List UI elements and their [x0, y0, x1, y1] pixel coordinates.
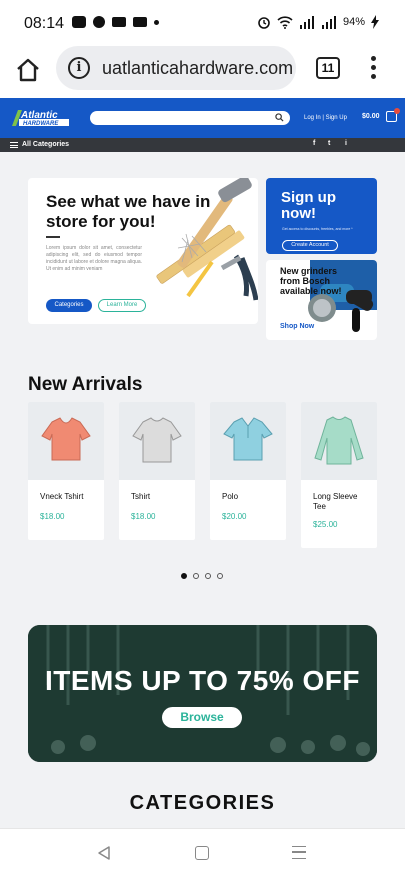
more-notifications-icon	[154, 19, 159, 25]
tools-illustration	[156, 178, 258, 301]
product-price: $20.00	[222, 512, 247, 521]
signup-title: Sign up now!	[281, 189, 336, 222]
long-sleeve-tee-icon	[314, 416, 364, 465]
url-text[interactable]: uatlanticahardware.com	[102, 58, 293, 79]
clock: 08:14	[24, 15, 65, 32]
hero-body: Lorem ipsum dolor sit amet, consectetur …	[46, 245, 142, 272]
chat-icon	[133, 17, 147, 27]
status-bar: 08:14 94%	[0, 0, 405, 46]
product-price: $25.00	[313, 520, 338, 529]
categories-button[interactable]: Categories	[46, 299, 92, 312]
signal-icon	[299, 15, 314, 29]
mail-icon	[112, 17, 126, 27]
sale-banner: ITEMS UP TO 75% OFF Browse	[28, 625, 377, 762]
search-icon[interactable]	[275, 113, 284, 122]
hero-banner: See what we have in store for you! Lorem…	[28, 178, 258, 324]
cart-total[interactable]: $0.00	[362, 113, 380, 120]
svg-text:HARDWARE: HARDWARE	[23, 121, 59, 127]
tab-switcher-button[interactable]: 11	[316, 57, 340, 79]
hero-divider	[46, 236, 60, 238]
browse-button[interactable]: Browse	[162, 707, 242, 728]
charging-icon	[371, 15, 379, 29]
carousel-dot[interactable]	[193, 573, 199, 579]
alarm-icon	[258, 17, 270, 29]
all-categories-menu[interactable]: All Categories	[22, 141, 69, 148]
category-bar: All Categories f t i	[0, 138, 405, 152]
wifi-icon	[277, 15, 293, 29]
product-card[interactable]: Tshirt $18.00	[119, 402, 195, 540]
vneck-tshirt-icon	[41, 417, 91, 461]
product-card[interactable]: Polo $20.00	[210, 402, 286, 540]
product-name[interactable]: Tshirt	[131, 492, 150, 502]
product-image[interactable]	[119, 402, 195, 480]
grinder-promo-card: New grinders from Bosch available now! S…	[266, 260, 377, 340]
carousel-dot[interactable]	[205, 573, 211, 579]
grinder-title: New grinders from Bosch available now!	[280, 266, 342, 296]
categories-title: CATEGORIES	[129, 792, 276, 814]
twitter-icon[interactable]: t	[328, 140, 330, 147]
shop-now-link[interactable]: Shop Now	[280, 323, 314, 330]
polo-icon	[223, 417, 273, 461]
create-account-button[interactable]: Create Account	[282, 240, 338, 251]
atlantic-hardware-logo[interactable]: Atlantic HARDWARE	[10, 108, 72, 128]
login-signup-link[interactable]: Log In | Sign Up	[304, 115, 347, 121]
new-arrivals-title: New Arrivals	[28, 374, 143, 395]
product-name[interactable]: Long Sleeve Tee	[313, 492, 369, 512]
hamburger-icon[interactable]	[10, 142, 18, 148]
learn-more-button[interactable]: Learn More	[98, 299, 146, 312]
product-name[interactable]: Vneck Tshirt	[40, 492, 83, 502]
notification-icons	[72, 16, 159, 28]
youtube-icon	[72, 16, 86, 28]
product-name[interactable]: Polo	[222, 492, 238, 502]
product-image[interactable]	[301, 402, 377, 480]
carousel-dot[interactable]	[181, 573, 187, 579]
facebook-icon[interactable]: f	[313, 140, 315, 147]
instagram-icon[interactable]: i	[345, 140, 347, 147]
product-image[interactable]	[210, 402, 286, 480]
messenger-icon	[93, 16, 105, 28]
browser-toolbar: i uatlanticahardware.com 11	[0, 46, 405, 98]
system-icons: 94%	[257, 15, 379, 29]
home-nav-icon[interactable]	[195, 846, 209, 860]
recent-apps-icon[interactable]	[292, 846, 306, 859]
site-header: Atlantic HARDWARE Log In | Sign Up $0.00	[0, 98, 405, 138]
signup-card: Sign up now! Get access to discounts, fr…	[266, 178, 377, 254]
carousel-dot[interactable]	[217, 573, 223, 579]
home-icon[interactable]	[14, 56, 42, 84]
cart-badge	[394, 108, 400, 114]
system-navigation-bar	[0, 828, 405, 878]
product-price: $18.00	[40, 512, 65, 521]
address-bar[interactable]: i uatlanticahardware.com	[56, 46, 296, 90]
back-icon[interactable]	[96, 845, 112, 861]
browser-menu-icon[interactable]	[368, 56, 378, 82]
product-card[interactable]: Long Sleeve Tee $25.00	[301, 402, 377, 548]
product-card[interactable]: Vneck Tshirt $18.00	[28, 402, 104, 540]
battery-percent: 94%	[342, 16, 365, 28]
tshirt-icon	[132, 417, 182, 463]
signal-icon-2	[321, 15, 336, 29]
page-content: See what we have in store for you! Lorem…	[0, 152, 405, 828]
site-info-icon[interactable]: i	[68, 57, 90, 79]
sale-title: ITEMS UP TO 75% OFF	[45, 665, 360, 696]
product-image[interactable]	[28, 402, 104, 480]
signup-subtitle: Get access to discounts, freebies, and m…	[282, 227, 353, 231]
site-search-input[interactable]	[90, 111, 290, 125]
product-price: $18.00	[131, 512, 156, 521]
carousel-pagination	[181, 573, 223, 579]
